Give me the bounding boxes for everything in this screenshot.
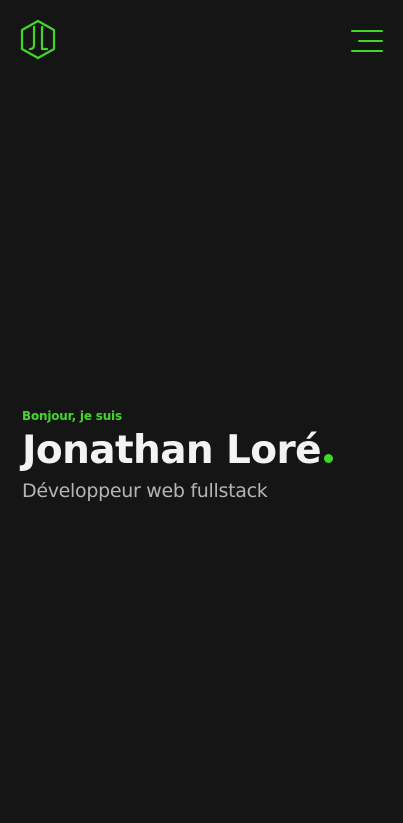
greeting-text: Bonjour, je suis — [22, 409, 122, 423]
page: Bonjour, je suis Jonathan Loré Développe… — [0, 0, 403, 823]
menu-line-bottom — [351, 50, 383, 52]
hamburger-menu-icon[interactable] — [351, 29, 383, 53]
name-heading: Jonathan Loré — [22, 428, 392, 474]
site-header — [0, 0, 403, 80]
accent-dot — [323, 454, 333, 463]
hero-section: Bonjour, je suis Jonathan Loré Développe… — [22, 406, 392, 504]
job-title: Développeur web fullstack — [22, 480, 268, 502]
jl-logo-icon[interactable] — [19, 19, 57, 60]
menu-line-middle — [358, 40, 383, 42]
name-text: Jonathan Loré — [22, 428, 322, 473]
menu-line-top — [351, 30, 383, 32]
